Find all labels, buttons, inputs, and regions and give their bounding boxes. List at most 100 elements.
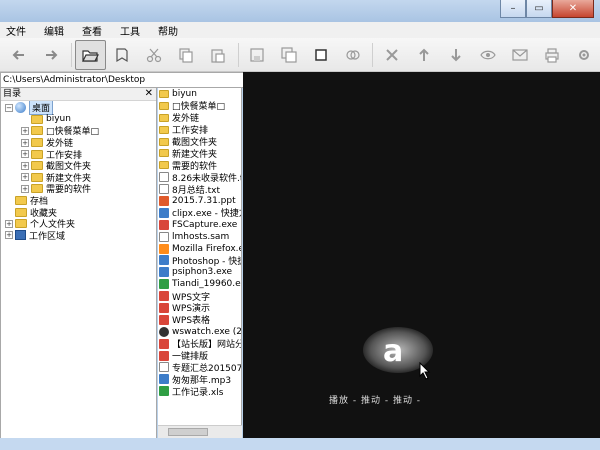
mail-button[interactable]	[504, 40, 535, 70]
x-icon	[386, 48, 398, 61]
tree-item[interactable]: + 需要的软件	[1, 183, 156, 195]
file-list-item[interactable]: lmhosts.sam	[158, 231, 241, 243]
tree-item[interactable]: + 工作区域	[1, 230, 156, 242]
file-list-item[interactable]: Mozilla Firefox.exe	[158, 243, 241, 255]
file-list-item[interactable]: FSCapture.exe	[158, 219, 241, 231]
toolbar-separator	[70, 42, 72, 67]
compare-button[interactable]	[338, 40, 369, 70]
file-list-item[interactable]: Photoshop - 快捷方式	[158, 254, 241, 267]
square-icon	[315, 48, 327, 61]
close-button[interactable]: ✕	[552, 0, 594, 18]
maximize-button[interactable]: ▭	[526, 0, 552, 18]
file-list-item[interactable]: 新建文件夹	[158, 147, 241, 160]
scrollbar-thumb[interactable]	[168, 428, 208, 436]
file-list-item[interactable]: 匆匆那年.mp3	[158, 373, 241, 386]
file-icon	[159, 362, 169, 373]
file-list-item[interactable]: WPS表格	[158, 314, 241, 326]
file-icon	[159, 219, 169, 230]
file-list-item[interactable]: 8月总结.txt	[158, 183, 241, 196]
back-button[interactable]	[4, 40, 35, 70]
minimize-button[interactable]: –	[500, 0, 526, 18]
expand-icon[interactable]: +	[5, 219, 13, 228]
file-name: WPS表格	[172, 316, 211, 327]
expand-icon[interactable]: +	[21, 173, 29, 182]
file-list-item[interactable]: WPS文字	[158, 290, 241, 303]
copy-icon	[179, 47, 193, 63]
menu-view[interactable]: 查看	[82, 23, 102, 38]
tree-close-icon[interactable]: ✕	[145, 88, 153, 100]
file-list-item[interactable]: 截图文件夹	[158, 136, 241, 148]
folder-icon	[159, 149, 169, 158]
tree-item[interactable]: + 工作安排	[1, 148, 156, 161]
tree-item[interactable]: + □快餐菜单□	[1, 125, 156, 137]
collapse-icon[interactable]: −	[5, 103, 13, 112]
file-name: biyun	[172, 88, 197, 99]
file-icon	[159, 386, 169, 397]
folder-icon	[159, 101, 169, 110]
menu-file[interactable]: 文件	[6, 23, 26, 38]
tree-item[interactable]: + 个人文件夹	[1, 218, 156, 230]
file-list-item[interactable]: biyun	[158, 88, 241, 100]
upload-button[interactable]	[408, 40, 439, 70]
file-list-item[interactable]: □快餐菜单□	[158, 100, 241, 112]
settings-button[interactable]	[568, 40, 599, 70]
expand-icon[interactable]: +	[21, 138, 29, 147]
tree-item[interactable]: biyun	[1, 114, 156, 126]
open-folder-button[interactable]	[74, 39, 106, 70]
expand-icon[interactable]: +	[21, 126, 29, 135]
copy-button[interactable]	[171, 40, 202, 70]
file-list-item[interactable]: 8.26未收录软件.txt	[158, 171, 241, 184]
bookmark-button[interactable]	[107, 40, 138, 70]
file-icon	[159, 255, 169, 266]
expand-icon[interactable]: +	[5, 231, 13, 240]
file-list-item[interactable]: wswatch.exe (2)	[158, 326, 241, 338]
expand-icon[interactable]: +	[21, 184, 29, 193]
tree-item[interactable]: + 发外链	[1, 137, 156, 149]
file-list-item[interactable]: 发外链	[158, 112, 241, 124]
file-list-scrollbar[interactable]	[158, 425, 242, 438]
preview-caption: 播放 - 推动 - 推动 -	[329, 396, 422, 406]
file-list-item[interactable]: 一键排版	[158, 350, 241, 362]
cut-button[interactable]	[139, 40, 170, 70]
tree-item[interactable]: 收藏夹	[1, 206, 156, 219]
file-list-item[interactable]: 2015.7.31.ppt	[158, 195, 241, 207]
status-bar	[0, 438, 600, 450]
tree-item[interactable]: + 截图文件夹	[1, 160, 156, 172]
menu-help[interactable]: 帮助	[158, 23, 178, 38]
save-all-button[interactable]	[274, 40, 305, 70]
folder-icon	[31, 126, 43, 136]
file-list-item[interactable]: WPS演示	[158, 302, 241, 314]
menu-bar: 文件 编辑 查看 工具 帮助	[0, 22, 600, 38]
file-list-item[interactable]: 工作记录.xls	[158, 385, 241, 398]
menu-edit[interactable]: 编辑	[44, 23, 64, 38]
file-list-item[interactable]: 专题汇总201507	[158, 361, 241, 374]
expand-icon[interactable]: +	[21, 150, 29, 159]
print-button[interactable]	[536, 40, 567, 70]
file-list-item[interactable]: 需要的软件	[158, 159, 241, 172]
file-list-item[interactable]: 工作安排	[158, 124, 241, 136]
tree-item[interactable]: 存档	[1, 195, 156, 207]
tree-item[interactable]: − 桌面	[1, 100, 156, 116]
file-icon	[159, 374, 169, 385]
view-button[interactable]	[306, 40, 337, 70]
file-name: Tiandi_19960.exe	[172, 279, 241, 290]
folder-icon	[15, 207, 27, 217]
preview-logo: a	[383, 334, 404, 369]
expand-icon[interactable]: +	[21, 161, 29, 170]
preview-pane: a 播放 - 推动 - 推动 -	[243, 72, 600, 438]
forward-button[interactable]	[36, 40, 67, 70]
file-list-item[interactable]: 【站长版】网站分析	[158, 338, 241, 350]
download-button[interactable]	[440, 40, 471, 70]
file-list-item[interactable]: Tiandi_19960.exe	[158, 278, 241, 290]
tree-item[interactable]: + 新建文件夹	[1, 172, 156, 184]
menu-tools[interactable]: 工具	[120, 23, 140, 38]
envelope-icon	[512, 48, 528, 61]
save-button[interactable]	[242, 40, 273, 70]
file-icon	[159, 172, 169, 183]
file-list-item[interactable]: clipx.exe - 快捷方式	[158, 207, 241, 219]
paste-button[interactable]	[203, 40, 234, 70]
address-bar[interactable]: C:\Users\Administrator\Desktop	[0, 72, 245, 88]
file-list-item[interactable]: psiphon3.exe	[158, 266, 241, 278]
delete-button[interactable]	[376, 40, 407, 70]
preview-button[interactable]	[472, 40, 503, 70]
